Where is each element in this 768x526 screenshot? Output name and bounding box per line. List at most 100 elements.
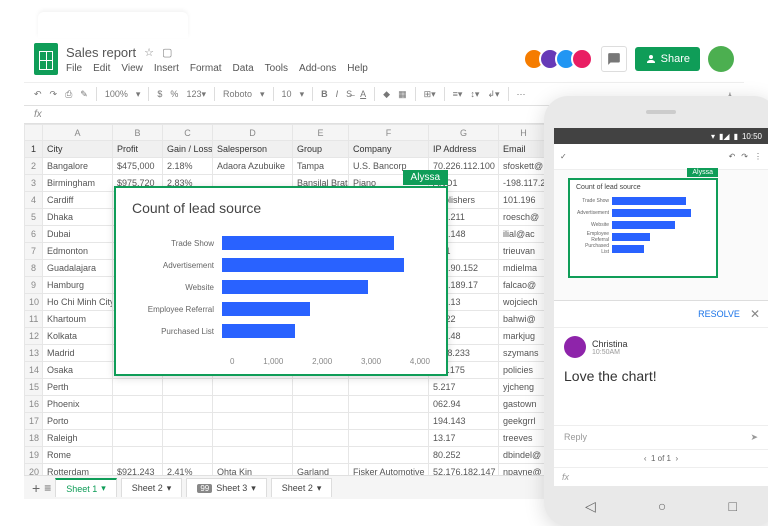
cell[interactable]: Adaora Azubuike [213,158,293,175]
header-cell[interactable]: Group [293,141,349,158]
menu-format[interactable]: Format [190,63,222,74]
undo-icon[interactable]: ↶ [34,89,42,100]
cell[interactable]: -198.117.202.29 [499,175,549,192]
cell[interactable] [213,379,293,396]
cell[interactable] [293,396,349,413]
column-header[interactable]: F [349,125,429,141]
column-header[interactable] [25,125,43,141]
reply-input[interactable]: Reply [564,432,587,443]
row-number[interactable]: 13 [25,345,43,362]
row-number[interactable]: 9 [25,277,43,294]
row-number[interactable]: 4 [25,192,43,209]
share-button[interactable]: Share [635,47,700,71]
row-number[interactable]: 5 [25,209,43,226]
header-cell[interactable]: Salesperson [213,141,293,158]
cell[interactable] [113,379,163,396]
row-number[interactable]: 3 [25,175,43,192]
row-number[interactable]: 1 [25,141,43,158]
menu-edit[interactable]: Edit [93,63,110,74]
bold-icon[interactable]: B [321,89,328,99]
column-header[interactable]: B [113,125,163,141]
cell[interactable] [349,447,429,464]
percent-icon[interactable]: % [170,89,178,99]
tab-menu-icon[interactable]: ▾ [251,483,256,494]
cell[interactable]: 52.176.182.147 [429,464,499,476]
cell[interactable] [113,447,163,464]
cell[interactable]: 062.94 [429,396,499,413]
check-icon[interactable]: ✓ [560,152,567,161]
row-number[interactable]: 14 [25,362,43,379]
header-cell[interactable]: City [43,141,113,158]
menu-help[interactable]: Help [347,63,368,74]
font-select[interactable]: Roboto [223,89,252,99]
cell[interactable]: 2.41% [163,464,213,476]
folder-icon[interactable]: ▢ [162,46,172,59]
cell[interactable]: bahwi@ [499,311,549,328]
row-number[interactable]: 10 [25,294,43,311]
star-icon[interactable]: ☆ [144,46,154,59]
cell[interactable]: dbindel@ [499,447,549,464]
cell[interactable]: treeves [499,430,549,447]
cell[interactable]: szymans [499,345,549,362]
cell[interactable]: Dhaka [43,209,113,226]
cell[interactable]: Ho Chi Minh City [43,294,113,311]
cell[interactable]: $475,000 [113,158,163,175]
cell[interactable]: mdielma [499,260,549,277]
next-comment-icon[interactable]: › [675,454,678,463]
cell[interactable]: trieuvan [499,243,549,260]
menu-tools[interactable]: Tools [265,63,288,74]
header-cell[interactable]: Gain / Loss [163,141,213,158]
sheet-tab[interactable]: Sheet 2▾ [271,478,333,497]
paint-format-icon[interactable]: ✎ [80,89,88,100]
browser-tab[interactable] [38,12,188,38]
row-number[interactable]: 15 [25,379,43,396]
cell[interactable] [349,396,429,413]
recents-icon[interactable]: □ [728,498,736,514]
cell[interactable]: Garland [293,464,349,476]
cell[interactable]: falcao@ [499,277,549,294]
more-toolbar-icon[interactable]: ⋯ [517,89,526,100]
cell[interactable] [163,447,213,464]
row-number[interactable]: 8 [25,260,43,277]
sheets-logo-icon[interactable] [34,43,58,75]
menu-view[interactable]: View [121,63,143,74]
add-sheet-icon[interactable]: + [32,480,40,496]
column-header[interactable]: C [163,125,213,141]
row-number[interactable]: 2 [25,158,43,175]
cell[interactable] [213,447,293,464]
cell[interactable]: yjcheng [499,379,549,396]
cell[interactable] [163,379,213,396]
cell[interactable]: Khartoum [43,311,113,328]
header-cell[interactable]: IP Address [429,141,499,158]
sheet-tab[interactable]: Sheet 1▾ [55,478,117,497]
cell[interactable]: Bangalore [43,158,113,175]
textcolor-icon[interactable]: A [360,89,366,99]
prev-comment-icon[interactable]: ‹ [644,454,647,463]
cell[interactable] [213,396,293,413]
tab-menu-icon[interactable]: ▾ [101,483,106,494]
format-123-icon[interactable]: 123▾ [186,89,206,100]
undo-icon[interactable]: ↶ [729,152,736,161]
phone-formula-bar[interactable]: fx [554,467,768,486]
more-icon[interactable]: ⋮ [754,152,762,161]
cell[interactable]: markjug [499,328,549,345]
menu-file[interactable]: File [66,63,82,74]
home-icon[interactable]: ○ [658,498,666,514]
send-icon[interactable]: ➤ [750,432,758,443]
header-cell[interactable]: Company [349,141,429,158]
cell[interactable]: geekgrrl [499,413,549,430]
cell[interactable]: 13.17 [429,430,499,447]
row-number[interactable]: 16 [25,396,43,413]
cell[interactable]: ilial@ac [499,226,549,243]
cell[interactable]: Edmonton [43,243,113,260]
italic-icon[interactable]: I [336,89,339,99]
column-header[interactable]: D [213,125,293,141]
back-icon[interactable]: ◁ [585,498,596,515]
resolve-button[interactable]: RESOLVE [698,309,740,319]
cell[interactable] [163,396,213,413]
header-cell[interactable]: Profit [113,141,163,158]
cell[interactable]: Madrid [43,345,113,362]
cell[interactable]: Ohta Kin [213,464,293,476]
fillcolor-icon[interactable]: ◆ [383,89,390,100]
row-number[interactable]: 17 [25,413,43,430]
